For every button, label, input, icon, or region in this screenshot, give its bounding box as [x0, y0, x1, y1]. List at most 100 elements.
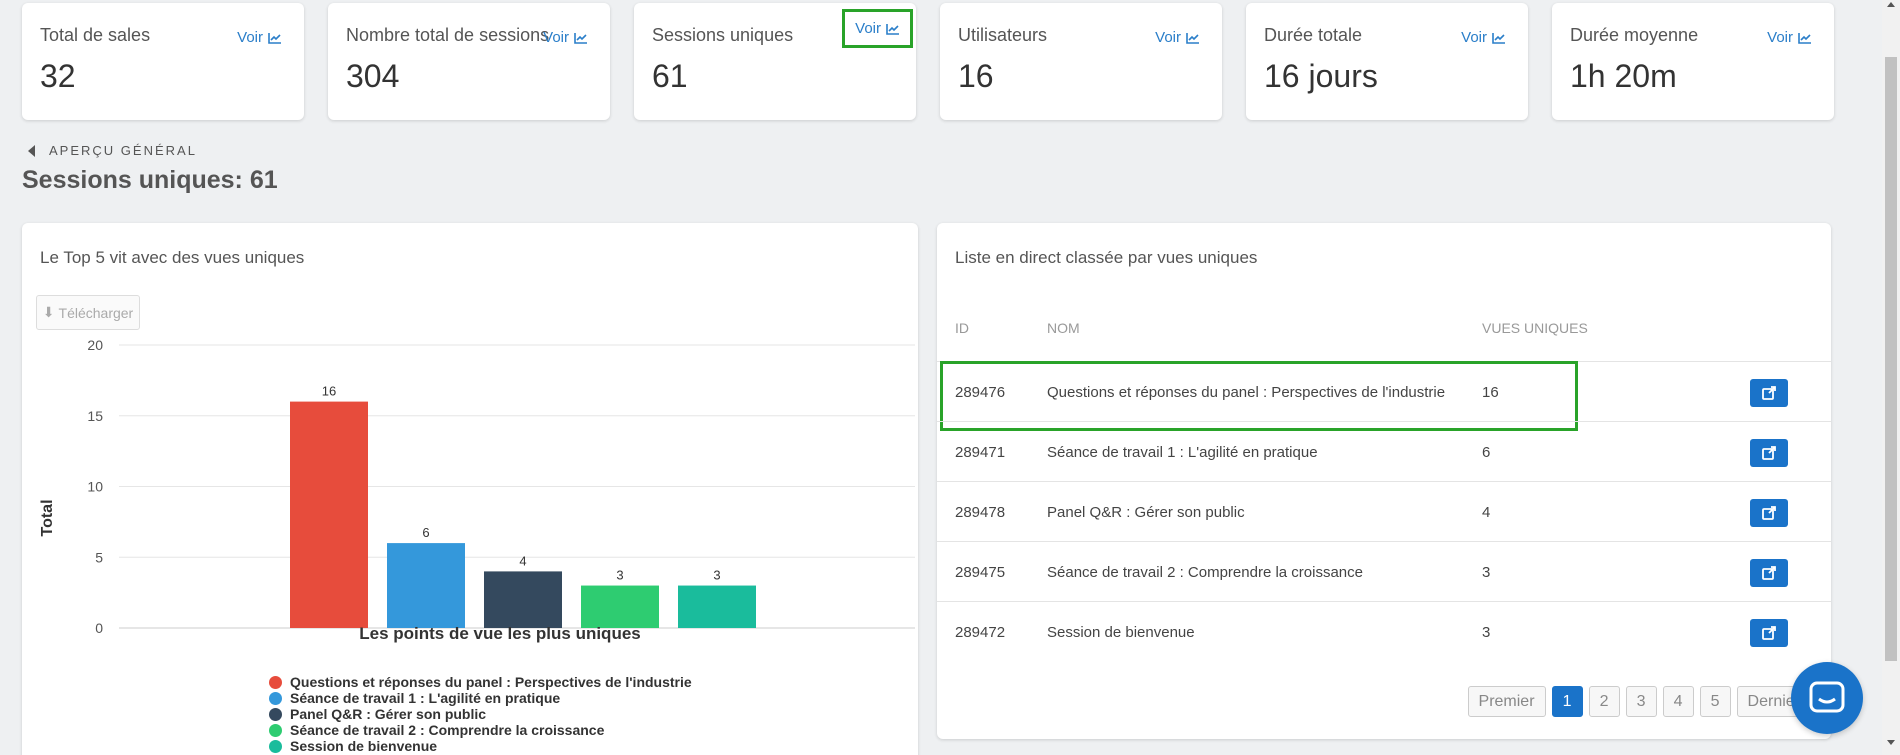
open-external-button[interactable]	[1750, 379, 1788, 407]
legend-item[interactable]: Session de bienvenue	[269, 738, 692, 754]
voir-label: Voir	[543, 29, 569, 46]
column-header-views[interactable]: VUES UNIQUES	[1482, 320, 1588, 336]
legend-label: Séance de travail 2 : Comprendre la croi…	[290, 722, 605, 738]
external-link-icon	[1762, 386, 1776, 400]
live-list-panel: Liste en direct classée par vues uniques…	[937, 223, 1831, 739]
voir-link[interactable]: Voir	[233, 27, 286, 48]
legend-label: Panel Q&R : Gérer son public	[290, 706, 487, 722]
pager-page-5[interactable]: 5	[1699, 686, 1731, 717]
line-chart-icon	[1492, 32, 1505, 44]
stat-value: 16 jours	[1264, 58, 1378, 94]
external-link-icon	[1762, 506, 1776, 520]
legend-swatch	[269, 739, 282, 753]
stat-value: 16	[958, 58, 994, 94]
open-external-button[interactable]	[1750, 499, 1788, 527]
row-views: 4	[1482, 504, 1491, 521]
line-chart-icon	[574, 32, 587, 44]
bar[interactable]	[678, 585, 756, 628]
stat-value: 1h 20m	[1570, 58, 1677, 94]
row-name: Séance de travail 1 : L'agilité en prati…	[1047, 444, 1318, 461]
page-title: Sessions uniques: 61	[22, 166, 278, 194]
external-link-icon	[1762, 446, 1776, 460]
row-id: 289475	[955, 564, 1006, 581]
table-header: ID NOM VUES UNIQUES	[937, 320, 1831, 360]
stat-card-total-sales: Total de sales 32 Voir	[22, 3, 304, 120]
y-axis-label: Total	[39, 499, 56, 536]
pager-page-1[interactable]: 1	[1551, 686, 1583, 717]
stat-card-total-sessions: Nombre total de sessions 304 Voir	[328, 3, 610, 120]
panel-title: Le Top 5 vit avec des vues uniques	[40, 248, 305, 267]
voir-link[interactable]: Voir	[1151, 27, 1204, 48]
y-axis-ticks: 0 5 10 15 20	[87, 337, 103, 636]
row-views: 3	[1482, 564, 1491, 581]
column-header-name[interactable]: NOM	[1047, 320, 1080, 336]
table-row[interactable]: 289476 Questions et réponses du panel : P…	[937, 361, 1831, 431]
table-row[interactable]: 289472 Session de bienvenue 3	[937, 601, 1831, 662]
row-id: 289478	[955, 504, 1006, 521]
stat-card-average-duration: Durée moyenne 1h 20m Voir	[1552, 3, 1834, 120]
pager-page-3[interactable]: 3	[1625, 686, 1657, 717]
voir-link[interactable]: Voir	[1763, 27, 1816, 48]
chat-launcher-button[interactable]	[1791, 662, 1863, 734]
breadcrumb-label: APERÇU GÉNÉRAL	[49, 143, 197, 158]
voir-link[interactable]: Voir	[539, 27, 592, 48]
x-axis-label: Les points de vue les plus uniques	[359, 624, 641, 643]
chat-icon	[1809, 681, 1845, 713]
voir-label: Voir	[1767, 29, 1793, 46]
open-external-button[interactable]	[1750, 439, 1788, 467]
stat-value: 61	[652, 58, 688, 94]
pager-page-2[interactable]: 2	[1588, 686, 1620, 717]
bar[interactable]	[581, 585, 659, 628]
bar-value-label: 6	[422, 525, 429, 540]
legend-label: Séance de travail 1 : L'agilité en prati…	[290, 690, 561, 706]
download-button[interactable]: ⬇ Télécharger	[36, 295, 140, 330]
open-external-button[interactable]	[1750, 559, 1788, 587]
scroll-thumb[interactable]	[1885, 57, 1897, 661]
chart-legend: Questions et réponses du panel : Perspec…	[269, 674, 692, 754]
bar[interactable]	[387, 543, 465, 628]
voir-link[interactable]: Voir	[842, 9, 913, 48]
column-header-id[interactable]: ID	[955, 320, 969, 336]
y-tick-label: 0	[95, 620, 103, 636]
open-external-button[interactable]	[1750, 619, 1788, 647]
line-chart-icon	[886, 23, 899, 35]
bar[interactable]	[290, 401, 368, 628]
voir-link[interactable]: Voir	[1457, 27, 1510, 48]
line-chart-icon	[268, 32, 281, 44]
stats-row: Total de sales 32 Voir Nombre total de s…	[22, 3, 1834, 120]
row-name: Session de bienvenue	[1047, 624, 1195, 641]
breadcrumb[interactable]: APERÇU GÉNÉRAL	[28, 143, 197, 158]
legend-swatch	[269, 691, 282, 705]
row-name: Panel Q&R : Gérer son public	[1047, 504, 1245, 521]
legend-item[interactable]: Questions et réponses du panel : Perspec…	[269, 674, 692, 690]
legend-item[interactable]: Séance de travail 2 : Comprendre la croi…	[269, 722, 692, 738]
line-chart-icon	[1798, 32, 1811, 44]
row-name: Questions et réponses du panel : Perspec…	[1047, 384, 1446, 401]
bar-value-label: 3	[713, 568, 720, 583]
table-row[interactable]: 289475 Séance de travail 2 : Comprendre l…	[937, 541, 1831, 602]
y-tick-label: 10	[87, 479, 103, 495]
y-tick-label: 15	[87, 408, 103, 424]
stat-card-unique-sessions: Sessions uniques 61 Voir	[634, 3, 916, 120]
voir-label: Voir	[237, 29, 263, 46]
table-row[interactable]: 289471 Séance de travail 1 : L'agilité en…	[937, 421, 1831, 482]
external-link-icon	[1762, 566, 1776, 580]
scrollbar[interactable]	[1882, 0, 1900, 755]
row-id: 289471	[955, 444, 1006, 461]
legend-swatch	[269, 707, 282, 721]
pager-first-button[interactable]: Premier	[1467, 686, 1546, 717]
bar[interactable]	[484, 571, 562, 628]
table-row[interactable]: 289478 Panel Q&R : Gérer son public 4	[937, 481, 1831, 542]
legend-swatch	[269, 723, 282, 737]
stat-card-users: Utilisateurs 16 Voir	[940, 3, 1222, 120]
pager-page-4[interactable]: 4	[1662, 686, 1694, 717]
legend-item[interactable]: Panel Q&R : Gérer son public	[269, 706, 692, 722]
row-id: 289476	[955, 384, 1006, 401]
voir-label: Voir	[1461, 29, 1487, 46]
download-icon: ⬇	[42, 304, 55, 320]
scroll-down-icon[interactable]	[1887, 740, 1895, 745]
scroll-up-icon[interactable]	[1887, 2, 1895, 7]
voir-label: Voir	[855, 20, 881, 37]
legend-item[interactable]: Séance de travail 1 : L'agilité en prati…	[269, 690, 692, 706]
row-views: 16	[1482, 384, 1499, 401]
